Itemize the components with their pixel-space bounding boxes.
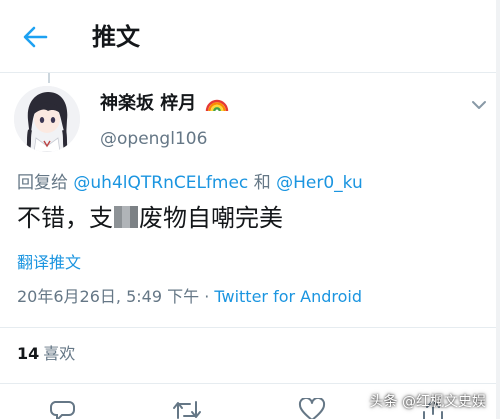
- likes-label: 喜欢: [43, 344, 76, 363]
- tweet-metadata: 20年6月26日, 5:49 下午 · Twitter for Android: [17, 286, 362, 308]
- retweet-icon: [173, 401, 201, 419]
- author-name-text: 神楽坂 梓月: [100, 93, 197, 114]
- thread-connector: [48, 73, 50, 83]
- reply-mention-2[interactable]: @Her0_ku: [276, 173, 363, 193]
- tweet-timestamp: 20年6月26日, 5:49 下午: [17, 287, 200, 306]
- watermark: 头条 @红楓文史娱: [369, 394, 486, 410]
- translate-tweet-link[interactable]: 翻译推文: [17, 252, 81, 274]
- tweet-detail-page: 推文 神楽坂 梓月 @opengl106 回复给 @uh4lQTRnCELfme…: [0, 0, 500, 419]
- chevron-down-icon: [472, 101, 486, 109]
- top-bar: 推文: [0, 0, 500, 73]
- author-display-name[interactable]: 神楽坂 梓月: [100, 93, 229, 115]
- reply-button[interactable]: [50, 398, 80, 419]
- reply-prefix: 回复给: [17, 173, 68, 193]
- reply-conjunction: 和: [253, 173, 271, 193]
- tweet-text: 不错，支 废物自嘲完美: [17, 200, 283, 236]
- author-handle[interactable]: @opengl106: [100, 128, 207, 150]
- reply-context: 回复给 @uh4lQTRnCELfmec 和 @Her0_ku: [17, 172, 363, 194]
- reply-mention-1[interactable]: @uh4lQTRnCELfmec: [73, 173, 248, 193]
- tweet-menu-button[interactable]: [470, 97, 488, 111]
- divider: [0, 327, 500, 328]
- retweet-button[interactable]: [172, 398, 202, 419]
- meta-separator: ·: [204, 287, 210, 306]
- avatar[interactable]: [14, 86, 80, 152]
- reply-icon: [50, 401, 75, 419]
- rainbow-icon: [205, 99, 228, 112]
- censored-character: [114, 206, 138, 228]
- arrow-left-icon: [23, 26, 48, 48]
- likes-number: 14: [17, 344, 40, 363]
- divider: [0, 383, 500, 384]
- avatar-illustration: [14, 86, 80, 152]
- scroll-edge: [496, 0, 500, 419]
- likes-count[interactable]: 14 喜欢: [17, 343, 75, 365]
- tweet-source-link[interactable]: Twitter for Android: [214, 287, 362, 306]
- like-button[interactable]: [298, 396, 328, 419]
- tweet-text-part-1: 不错，支: [17, 204, 113, 232]
- like-icon: [298, 396, 326, 419]
- back-button[interactable]: [20, 22, 50, 52]
- tweet-text-part-2: 废物自嘲完美: [139, 204, 283, 232]
- page-title: 推文: [92, 23, 140, 51]
